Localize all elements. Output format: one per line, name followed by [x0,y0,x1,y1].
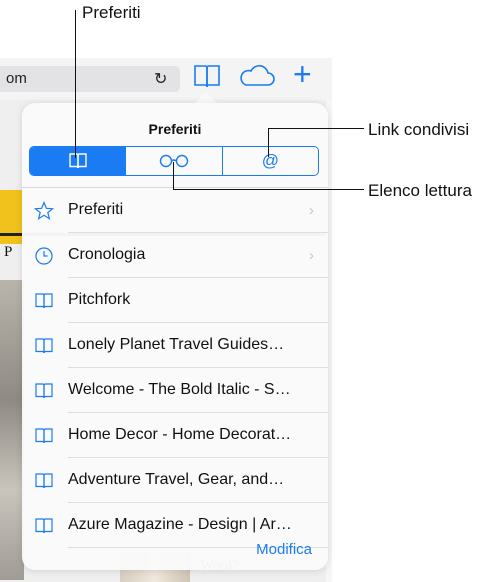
page-headline-letter: P [4,244,13,260]
clock-icon [35,247,53,265]
list-item-bookmark[interactable]: Adventure Travel, Gear, and… [22,458,328,503]
callout-favorites: Preferiti [82,3,141,22]
callout-reading-list: Elenco lettura [368,181,472,200]
book-icon [35,293,53,309]
chevron-right-icon: › [309,202,314,219]
star-icon [34,201,54,221]
at-icon: @ [261,151,279,170]
segment-bookmarks[interactable] [30,147,127,175]
address-text: om [6,70,27,87]
segment-reading-list[interactable] [126,147,223,175]
callout-line-favorites [75,10,76,158]
book-icon [35,473,53,489]
segmented-control: @ [29,146,319,176]
list-item-label: Pitchfork [68,291,131,308]
screenshot-stage: om ↻ + P Wool? Preferiti [0,0,491,582]
list-item-label: Cronologia [68,246,146,263]
list-item-label: Preferiti [68,201,124,218]
bookmarks-popover: Preferiti @ Preferiti › Cronologia › Pit… [22,103,328,570]
book-icon [68,153,87,169]
address-bar[interactable]: om ↻ [0,66,180,92]
new-tab-plus-icon[interactable]: + [293,56,312,92]
callout-line-shared-links-h [268,128,364,129]
book-icon [35,338,53,354]
chevron-right-icon: › [309,247,314,264]
edit-button[interactable]: Modifica [256,541,312,558]
list-item-label: Azure Magazine - Design | Ar… [68,516,292,533]
list-item-bookmark[interactable]: Pitchfork [22,278,328,323]
cloud-tabs-icon[interactable] [238,62,276,90]
list-item-label: Home Decor - Home Decorat… [68,426,292,443]
segment-shared-links[interactable]: @ [223,147,318,175]
reload-icon[interactable]: ↻ [154,69,167,89]
callout-line-shared-links-v [268,128,269,157]
book-icon [35,383,53,399]
book-icon [35,428,53,444]
book-icon [35,518,53,534]
list-item-bookmark[interactable]: Welcome - The Bold Italic - S… [22,368,328,413]
callout-line-reading-list-v [173,162,174,190]
bookmarks-list: Preferiti › Cronologia › Pitchfork Lonel… [22,188,328,548]
list-item-bookmark[interactable]: Lonely Planet Travel Guides… [22,323,328,368]
list-item-bookmark[interactable]: Home Decor - Home Decorat… [22,413,328,458]
list-item-label: Lonely Planet Travel Guides… [68,336,285,353]
list-item-label: Adventure Travel, Gear, and… [68,471,285,488]
callout-shared-links: Link condivisi [368,120,470,139]
page-image-photo [0,280,24,580]
list-item-favorites[interactable]: Preferiti › [22,188,328,233]
popover-title: Preferiti [148,121,202,137]
list-item-history[interactable]: Cronologia › [22,233,328,278]
list-item-label: Welcome - The Bold Italic - S… [68,381,291,398]
callout-line-reading-list-h [173,189,364,190]
bookmarks-icon[interactable] [192,62,222,90]
